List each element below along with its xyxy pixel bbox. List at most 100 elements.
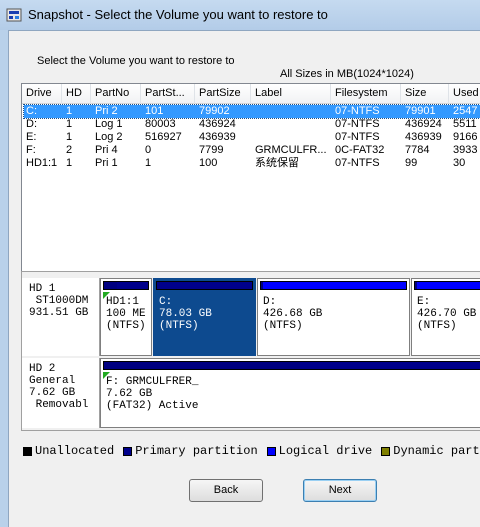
volume-cell-partst: 1 xyxy=(145,157,152,169)
partition-usage-bar xyxy=(414,281,480,290)
disk-row-hd2: HD 2 General 7.62 GB Removabl F: GRMCULF… xyxy=(22,358,480,428)
partition-legend: Unallocated Primary partition Logical driv… xyxy=(23,444,480,458)
sizes-note: All Sizes in MB(1024*1024) xyxy=(280,68,414,80)
column-header-size[interactable]: Size xyxy=(401,84,449,104)
disk-info-hd1: HD 1 ST1000DM 931.51 GB xyxy=(22,278,100,356)
volume-cell-used: 3933 xyxy=(453,144,478,156)
legend-swatch-icon xyxy=(381,446,391,456)
volume-cell-drive: D: xyxy=(26,118,37,130)
volume-cell-label xyxy=(253,105,333,118)
volume-cell-partno: Pri 2 xyxy=(95,105,118,117)
legend-item: Dynamic part xyxy=(381,444,480,458)
volume-cell-fs: 07-NTFS xyxy=(335,118,380,130)
partition-usage-bar xyxy=(103,361,480,370)
legend-item: Logical drive xyxy=(266,444,373,458)
volume-cell-fs: 07-NTFS xyxy=(335,105,380,117)
volume-cell-size: 436939 xyxy=(405,131,442,143)
legend-swatch-icon xyxy=(23,446,32,456)
volume-cell-partsize: 79902 xyxy=(199,105,230,117)
partition-block[interactable]: D: 426.68 GB (NTFS) xyxy=(257,278,410,356)
window-title: Snapshot - Select the Volume you want to… xyxy=(28,7,328,22)
column-header-drive[interactable]: Drive xyxy=(22,84,62,104)
volume-cell-label: 系统保留 xyxy=(255,157,299,169)
volume-cell-hd: 2 xyxy=(66,144,73,156)
volume-cell-drive: F: xyxy=(26,144,36,156)
volume-cell-hd: 1 xyxy=(66,131,73,143)
volume-cell-drive: C: xyxy=(26,105,37,117)
prompt-label: Select the Volume you want to restore to xyxy=(37,55,235,67)
partition-used-fill xyxy=(157,282,160,289)
partition-block[interactable]: C: 78.03 GB (NTFS) xyxy=(153,278,256,356)
volume-list[interactable]: Drive HD PartNo PartSt... PartSize Label… xyxy=(21,83,480,288)
volume-row[interactable]: F: 2 Pri 4 0 7799 GRMCULFR... 0C-FAT32 7784 3933 xyxy=(24,144,480,157)
volume-row[interactable]: HD1:1 1 Pri 1 1 100 系统保留 07-NTFS 99 30 xyxy=(24,157,480,170)
column-header-filesystem[interactable]: Filesystem xyxy=(331,84,401,104)
partition-block[interactable]: HD1:1 100 ME (NTFS) xyxy=(100,278,152,356)
volume-cell-label: GRMCULFR... xyxy=(255,144,327,156)
partition-label: F: GRMCULFRER_ 7.62 GB (FAT32) Active xyxy=(106,376,199,412)
partition-used-fill xyxy=(415,282,417,289)
volume-cell-hd: 1 xyxy=(66,118,73,130)
partition-label: HD1:1 100 ME (NTFS) xyxy=(106,296,146,332)
volume-cell-partst: 80003 xyxy=(145,118,176,130)
legend-label: Primary partition xyxy=(135,444,258,458)
column-header-used[interactable]: Used xyxy=(449,84,480,104)
column-header-partno[interactable]: PartNo xyxy=(91,84,141,104)
volume-cell-size: 99 xyxy=(405,157,418,169)
partition-label: E: 426.70 GB (NTFS) xyxy=(417,296,477,332)
volume-cell-size: 79901 xyxy=(405,105,436,117)
volume-cell-partno: Log 1 xyxy=(95,118,123,130)
volume-cell-drive: HD1:1 xyxy=(26,157,58,169)
partition-used-fill xyxy=(104,282,118,289)
legend-swatch-icon xyxy=(123,446,133,456)
partition-used-fill xyxy=(261,282,264,289)
volume-cell-drive: E: xyxy=(26,131,37,143)
volume-row[interactable]: C: 1 Pri 2 101 79902 07-NTFS 79901 2547 xyxy=(23,104,480,119)
partition-usage-bar xyxy=(260,281,407,290)
partition-usage-bar xyxy=(103,281,149,290)
back-button[interactable]: Back xyxy=(189,479,263,502)
volume-cell-partsize: 100 xyxy=(199,157,218,169)
volume-cell-partsize: 436924 xyxy=(199,118,236,130)
volume-cell-partno: Log 2 xyxy=(95,131,123,143)
legend-item: Primary partition xyxy=(123,444,258,458)
column-header-partsize[interactable]: PartSize xyxy=(195,84,251,104)
disk-info-hd2: HD 2 General 7.62 GB Removabl xyxy=(22,358,100,428)
partition-label: C: 78.03 GB (NTFS) xyxy=(159,296,212,332)
volume-cell-used: 30 xyxy=(453,157,466,169)
volume-row[interactable]: D: 1 Log 1 80003 436924 07-NTFS 436924 5511 xyxy=(24,118,480,131)
volume-cell-partsize: 436939 xyxy=(199,131,236,143)
partition-block[interactable]: E: 426.70 GB (NTFS) xyxy=(411,278,480,356)
dialog-client-area: Select the Volume you want to restore to… xyxy=(8,30,480,527)
title-bar[interactable]: Snapshot - Select the Volume you want to… xyxy=(0,0,480,30)
volume-row[interactable]: E: 1 Log 2 516927 436939 07-NTFS 436939 9166 xyxy=(24,131,480,144)
volume-cell-size: 436924 xyxy=(405,118,442,130)
partition-usage-bar xyxy=(156,281,253,290)
volume-cell-partsize: 7799 xyxy=(199,144,224,156)
volume-cell-hd: 1 xyxy=(66,105,73,117)
next-button[interactable]: Next xyxy=(303,479,377,502)
volume-cell-used: 2547 xyxy=(453,105,478,117)
disk-map: HD 1 ST1000DM 931.51 GB HD1:1 100 ME (NT… xyxy=(21,271,480,431)
volume-cell-fs: 0C-FAT32 xyxy=(335,144,385,156)
column-header-label[interactable]: Label xyxy=(251,84,331,104)
volume-cell-hd: 1 xyxy=(66,157,73,169)
partition-label: D: 426.68 GB (NTFS) xyxy=(263,296,323,332)
legend-label: Logical drive xyxy=(278,444,373,458)
volume-list-rows: C: 1 Pri 2 101 79902 07-NTFS 79901 2547 D: 1 Log 1… xyxy=(23,104,480,170)
column-header-hd[interactable]: HD xyxy=(62,84,91,104)
legend-label: Unallocated xyxy=(35,444,115,458)
volume-cell-partno: Pri 1 xyxy=(95,157,118,169)
volume-cell-label xyxy=(253,118,333,131)
legend-label: Dynamic part xyxy=(393,444,480,458)
snapshot-app-icon xyxy=(6,8,22,22)
partition-used-fill xyxy=(104,362,300,369)
volume-cell-fs: 07-NTFS xyxy=(335,131,380,143)
volume-cell-partst: 101 xyxy=(145,105,164,117)
disk-row-hd1: HD 1 ST1000DM 931.51 GB HD1:1 100 ME (NT… xyxy=(22,278,480,356)
column-header-partstart[interactable]: PartSt... xyxy=(141,84,195,104)
volume-cell-partst: 0 xyxy=(145,144,152,156)
partition-block[interactable]: F: GRMCULFRER_ 7.62 GB (FAT32) Active xyxy=(100,358,480,428)
volume-cell-partno: Pri 4 xyxy=(95,144,118,156)
volume-cell-used: 9166 xyxy=(453,131,478,143)
